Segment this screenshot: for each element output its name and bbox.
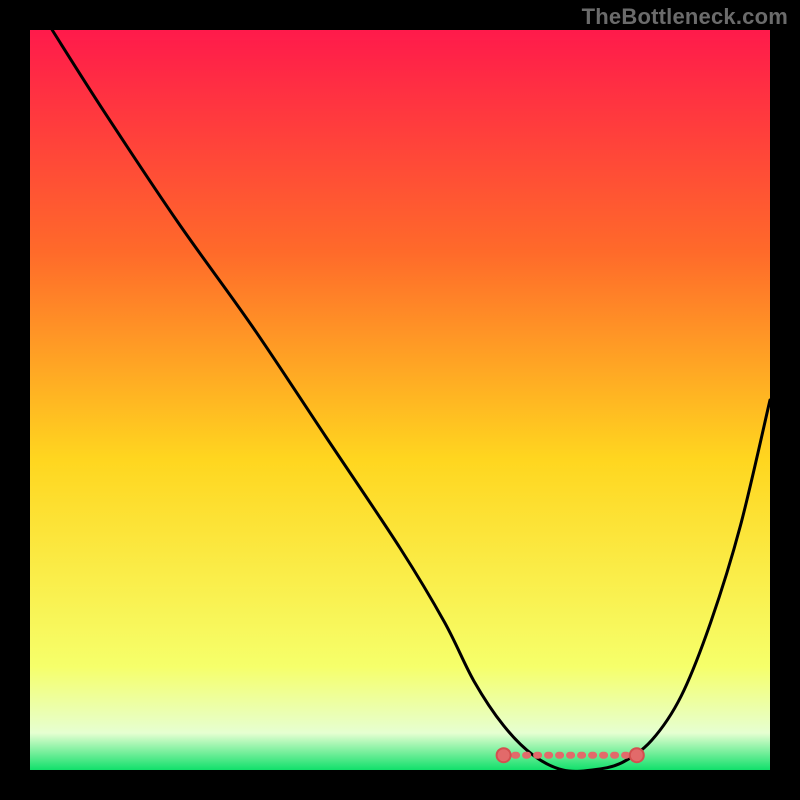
flat-region-marker-right (630, 748, 644, 762)
watermark-text: TheBottleneck.com (582, 4, 788, 30)
bottleneck-chart (0, 0, 800, 800)
flat-region-marker-left (497, 748, 511, 762)
chart-frame: TheBottleneck.com (0, 0, 800, 800)
gradient-background (30, 30, 770, 770)
